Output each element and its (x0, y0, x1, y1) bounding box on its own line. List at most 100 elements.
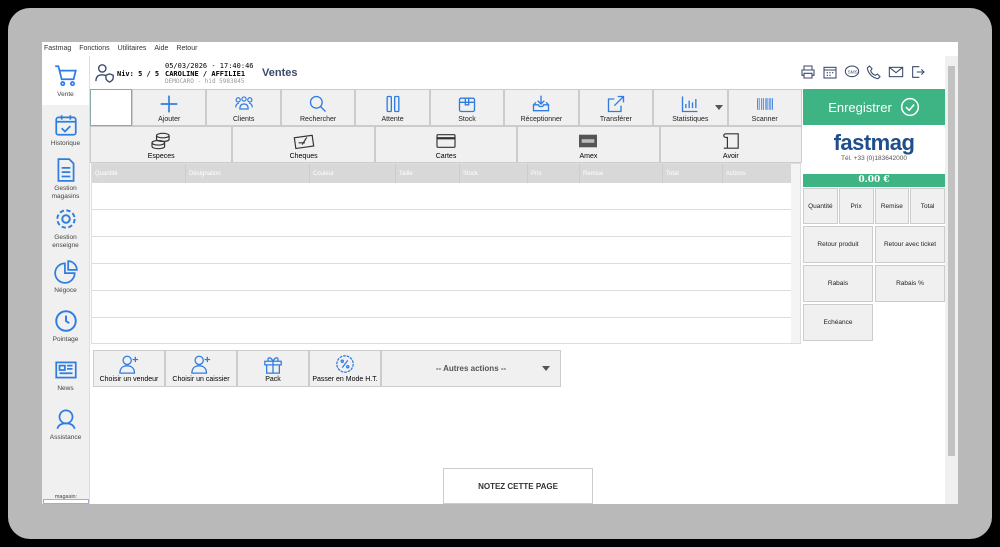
menu-utilitaires[interactable]: Utilitaires (118, 45, 147, 52)
sms-icon[interactable]: SMS (844, 64, 860, 80)
store-id: DEMOCARO - hid 5983845 (165, 78, 245, 85)
calendar-check-icon (54, 114, 77, 136)
mode-ht-button[interactable]: Passer en Mode H.T. (309, 350, 381, 387)
rechercher-button[interactable]: Rechercher (280, 89, 356, 126)
retour-produit-button[interactable]: Retour produit (803, 226, 873, 263)
col-couleur[interactable]: Couleur (310, 164, 396, 183)
sidebar-item-gestion-magasins[interactable]: Gestion magasins (42, 154, 89, 203)
brand-logo: fastmag Tél. +33 (0)183642000 (803, 125, 945, 173)
user-plus-icon (119, 355, 139, 374)
attente-button[interactable]: Attente (355, 89, 430, 126)
percent-badge-icon (336, 355, 354, 373)
window-scrollbar[interactable] (945, 56, 958, 504)
retour-ticket-button[interactable]: Retour avec ticket (875, 226, 945, 263)
barcode-icon (756, 98, 773, 110)
col-remise[interactable]: Remise (580, 164, 663, 183)
pie-chart-icon (53, 259, 78, 284)
clock-icon (54, 309, 77, 332)
prix-button[interactable]: Prix (838, 188, 874, 224)
app-window: Fastmag Fonctions Utilitaires Aide Retou… (42, 42, 958, 504)
table-header: Quantité Désignation Couleur Taille Stoc… (92, 164, 800, 183)
document-icon (57, 157, 74, 182)
total-button[interactable]: Total (910, 188, 945, 224)
level-indicator: Niv: 5 / 5 (117, 70, 160, 78)
amex-card-icon (579, 134, 598, 148)
ajouter-button[interactable]: Ajouter (132, 89, 207, 126)
enregistrer-button[interactable]: Enregistrer (803, 89, 945, 125)
page-title: Ventes (262, 67, 298, 79)
col-taille[interactable]: Taille (396, 164, 460, 183)
headset-icon (55, 408, 76, 429)
action-row: Choisir un vendeur Choisir un caissier P… (93, 350, 561, 387)
phone-icon[interactable] (866, 64, 882, 80)
echeance-button[interactable]: Echéance (803, 304, 873, 341)
col-actions[interactable]: Actions (723, 164, 793, 183)
cartes-button[interactable]: Cartes (374, 126, 518, 163)
statistiques-button[interactable]: Statistiques (653, 89, 728, 126)
mail-icon[interactable] (888, 64, 904, 80)
table-row (92, 210, 800, 237)
choisir-caissier-button[interactable]: Choisir un caissier (165, 350, 237, 387)
scroll-icon (723, 133, 739, 149)
logo-text: fastmag (833, 130, 915, 155)
menu-aide[interactable]: Aide (154, 45, 168, 52)
sidebar-item-assistance[interactable]: Assistance (42, 399, 89, 448)
receptionner-button[interactable]: Réceptionner (504, 89, 579, 126)
transferer-button[interactable]: Transférer (578, 89, 654, 126)
menu-fonctions[interactable]: Fonctions (79, 45, 109, 52)
sidebar-item-gestion-enseigne[interactable]: Gestion enseigne (42, 203, 89, 252)
pack-button[interactable]: Pack (237, 350, 309, 387)
sidebar: Vente Historique Gestion magasins Gestio… (42, 56, 90, 504)
sidebar-item-news[interactable]: News (42, 350, 89, 399)
rabais-button[interactable]: Rabais (803, 265, 873, 302)
datetime: 05/03/2026 - 17:40:46 (165, 62, 254, 70)
rate-page-button[interactable]: NOTEZ CETTE PAGE (443, 468, 593, 504)
col-total[interactable]: Total (663, 164, 723, 183)
col-designation[interactable]: Désignation (186, 164, 310, 183)
newspaper-icon (54, 361, 77, 378)
table-row (92, 264, 800, 291)
search-icon (309, 95, 327, 112)
col-quantite[interactable]: Quantité (92, 164, 186, 183)
menu-bar: Fastmag Fonctions Utilitaires Aide Retou… (42, 42, 958, 55)
col-prix[interactable]: Prix (528, 164, 580, 183)
bar-chart-icon (682, 96, 698, 113)
payment-row: Especes Cheques Cartes Amex Avoir (90, 126, 803, 163)
menu-retour[interactable]: Retour (176, 45, 197, 52)
cheques-button[interactable]: Cheques (232, 126, 375, 163)
inbox-download-icon (533, 95, 550, 112)
cheque-icon (293, 134, 314, 150)
amex-button[interactable]: Amex (517, 126, 660, 163)
table-scrollbar[interactable] (791, 164, 800, 343)
coins-icon (151, 132, 170, 150)
table-row (92, 183, 800, 210)
plus-icon (160, 95, 178, 113)
remise-button[interactable]: Remise (874, 188, 910, 224)
clients-button[interactable]: Clients (206, 89, 281, 126)
user-shield-icon (95, 64, 114, 83)
chevron-down-icon (542, 366, 550, 375)
menu-fastmag[interactable]: Fastmag (44, 45, 71, 52)
sidebar-item-historique[interactable]: Historique (42, 105, 89, 154)
sidebar-item-pointage[interactable]: Pointage (42, 301, 89, 350)
scanner-button[interactable]: Scanner (727, 89, 802, 126)
barcode-input[interactable] (90, 89, 132, 126)
logout-icon[interactable] (910, 64, 926, 80)
credit-card-icon (436, 134, 456, 148)
sidebar-item-negoce[interactable]: Négoce (42, 252, 89, 301)
choisir-vendeur-button[interactable]: Choisir un vendeur (93, 350, 165, 387)
top-icons: SMS (800, 64, 926, 80)
printer-icon[interactable] (800, 64, 816, 80)
col-stock[interactable]: Stock (460, 164, 528, 183)
calendar-icon[interactable] (822, 64, 838, 80)
rabais-percent-button[interactable]: Rabais % (875, 265, 945, 302)
scrollbar-thumb[interactable] (948, 66, 955, 456)
avoir-button[interactable]: Avoir (659, 126, 803, 163)
sidebar-item-vente[interactable]: Vente (42, 56, 89, 105)
autres-actions-dropdown[interactable]: -- Autres actions -- (381, 350, 561, 387)
stock-button[interactable]: Stock (429, 89, 505, 126)
svg-text:SMS: SMS (848, 69, 858, 74)
magasin-field[interactable] (43, 499, 89, 504)
quantite-button[interactable]: Quantité (803, 188, 838, 224)
especes-button[interactable]: Especes (90, 126, 233, 163)
